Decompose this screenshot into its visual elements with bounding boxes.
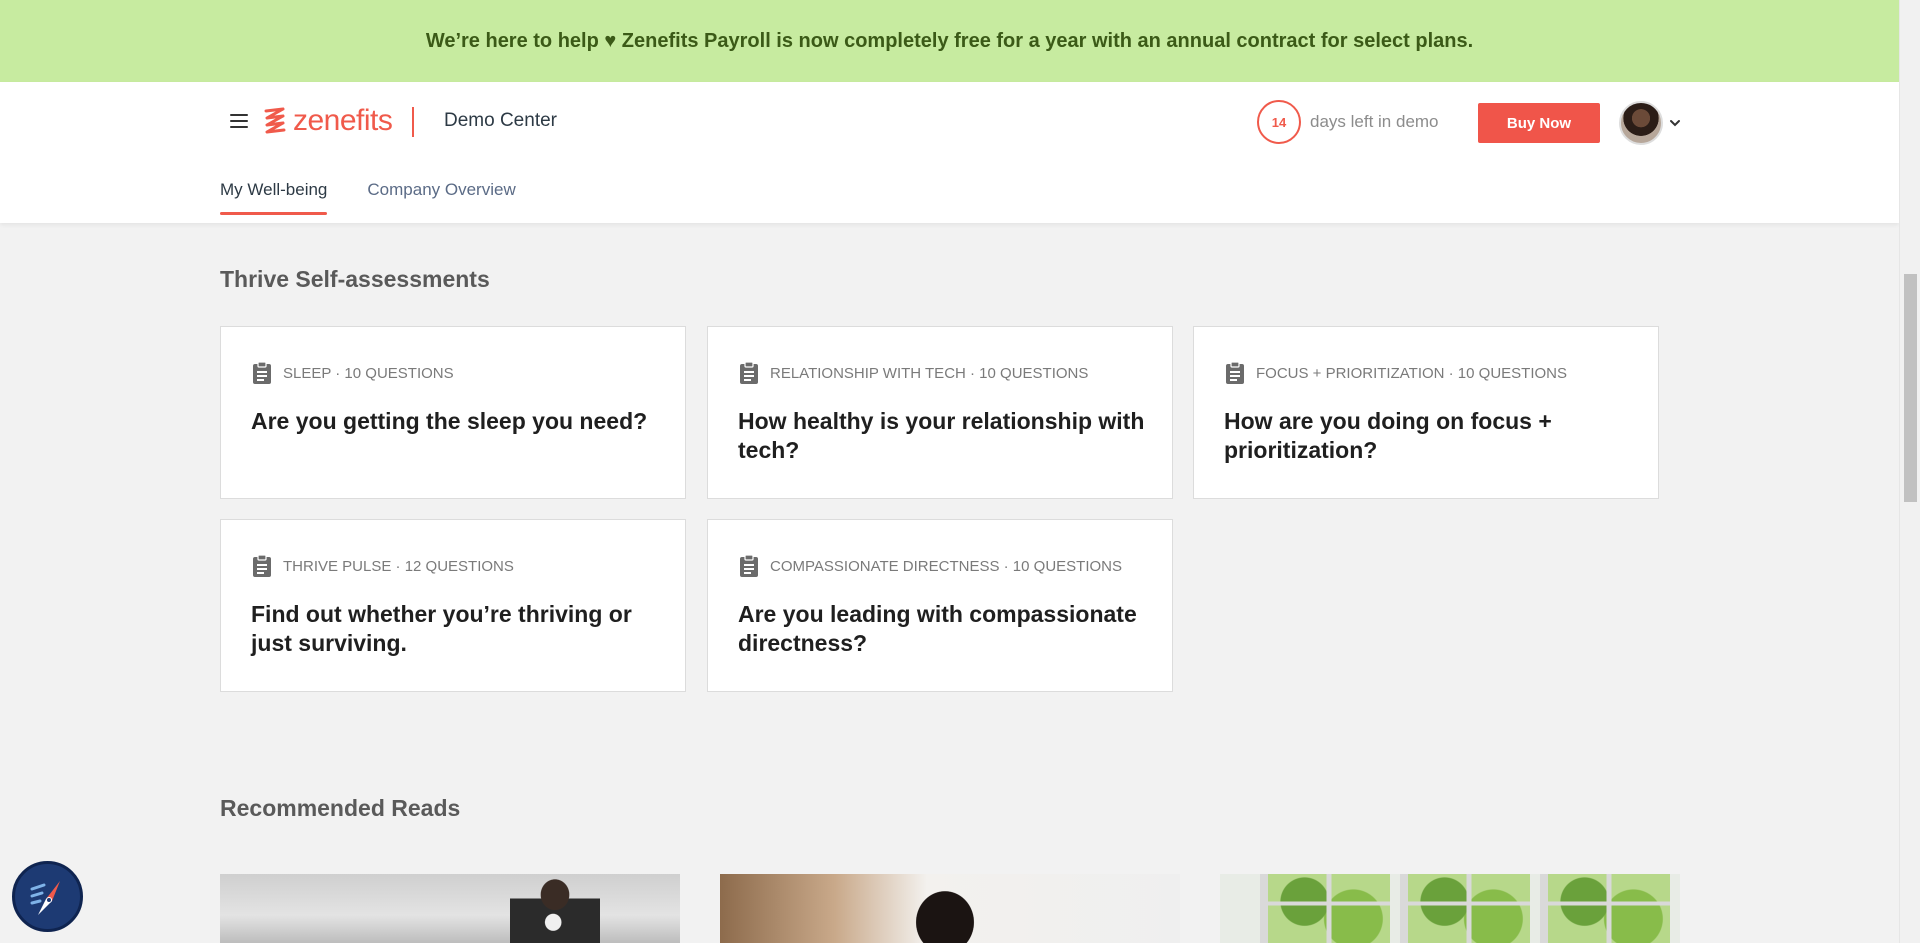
card-meta-text: SLEEP · 10 QUESTIONS (283, 364, 454, 382)
reads-section-title: Recommended Reads (220, 795, 461, 821)
days-left-counter: 14 (1257, 100, 1301, 144)
assistant-button[interactable] (12, 861, 83, 932)
promo-banner-text: We’re here to help ♥ Zenefits Payroll is… (425, 29, 1474, 52)
assessments-section-title: Thrive Self-assessments (220, 266, 490, 292)
tab-bar: My Well-being Company Overview (220, 180, 516, 215)
clipboard-icon (253, 361, 271, 384)
assessment-card-tech[interactable]: RELATIONSHIP WITH TECH · 10 QUESTIONS Ho… (707, 326, 1173, 499)
card-title: How are you doing on focus + prioritizat… (1224, 408, 1552, 463)
card-title: How healthy is your relationship with te… (738, 408, 1145, 463)
card-meta-text: FOCUS + PRIORITIZATION · 10 QUESTIONS (1256, 364, 1568, 382)
assessment-card-thrive-pulse[interactable]: THRIVE PULSE · 12 QUESTIONS Find out whe… (220, 519, 686, 692)
assessment-card-sleep[interactable]: SLEEP · 10 QUESTIONS Are you getting the… (220, 326, 686, 499)
assessment-card-focus[interactable]: FOCUS + PRIORITIZATION · 10 QUESTIONS Ho… (1193, 326, 1659, 499)
card-title: Are you getting the sleep you need? (251, 408, 648, 434)
thumbnail-image (1540, 874, 1670, 943)
buy-now-button[interactable]: Buy Now (1478, 103, 1600, 143)
avatar[interactable] (1619, 101, 1663, 145)
card-meta: SLEEP · 10 QUESTIONS (251, 361, 454, 385)
thumbnail-image (1260, 874, 1390, 943)
card-meta-text: COMPASSIONATE DIRECTNESS · 10 QUESTIONS (770, 557, 1123, 575)
thumbnail-image (1400, 874, 1530, 943)
card-meta: THRIVE PULSE · 12 QUESTIONS (251, 554, 514, 578)
logo-divider (412, 107, 414, 137)
card-meta: FOCUS + PRIORITIZATION · 10 QUESTIONS (1224, 361, 1567, 385)
read-thumbnail-2[interactable] (720, 874, 1180, 943)
thumbnail-image (900, 874, 990, 943)
page-scrollbar[interactable] (1899, 0, 1920, 943)
read-thumbnail-3[interactable] (1220, 874, 1680, 943)
clipboard-icon (1226, 361, 1244, 384)
clipboard-icon (253, 554, 271, 577)
app-header: zenefits Demo Center 14 days left in dem… (0, 82, 1899, 223)
zenefits-logo-icon (264, 107, 286, 134)
card-meta-text: RELATIONSHIP WITH TECH · 10 QUESTIONS (770, 364, 1089, 382)
chevron-down-icon[interactable] (1668, 116, 1682, 130)
tab-company-overview[interactable]: Company Overview (367, 180, 515, 214)
read-thumbnail-1[interactable] (220, 874, 680, 943)
card-title: Are you leading with compassionate direc… (738, 601, 1137, 656)
thumbnail-image (510, 874, 600, 943)
days-left-label: days left in demo (1310, 112, 1439, 131)
clipboard-icon (740, 361, 758, 384)
logo-text: zenefits (293, 104, 393, 137)
tab-my-well-being[interactable]: My Well-being (220, 180, 328, 215)
card-meta: RELATIONSHIP WITH TECH · 10 QUESTIONS (738, 361, 1088, 385)
promo-banner: We’re here to help ♥ Zenefits Payroll is… (0, 0, 1899, 82)
demo-center-title[interactable]: Demo Center (444, 110, 557, 132)
zenefits-logo[interactable]: zenefits (263, 104, 393, 138)
card-title: Find out whether you’re thriving or just… (251, 601, 632, 656)
scrollbar-thumb[interactable] (1904, 274, 1917, 502)
assessment-card-compassionate-directness[interactable]: COMPASSIONATE DIRECTNESS · 10 QUESTIONS … (707, 519, 1173, 692)
clipboard-icon (740, 554, 758, 577)
card-meta-text: THRIVE PULSE · 12 QUESTIONS (283, 557, 514, 575)
hamburger-menu-icon[interactable] (229, 112, 249, 130)
card-meta: COMPASSIONATE DIRECTNESS · 10 QUESTIONS (738, 554, 1122, 578)
compass-icon (30, 880, 60, 915)
